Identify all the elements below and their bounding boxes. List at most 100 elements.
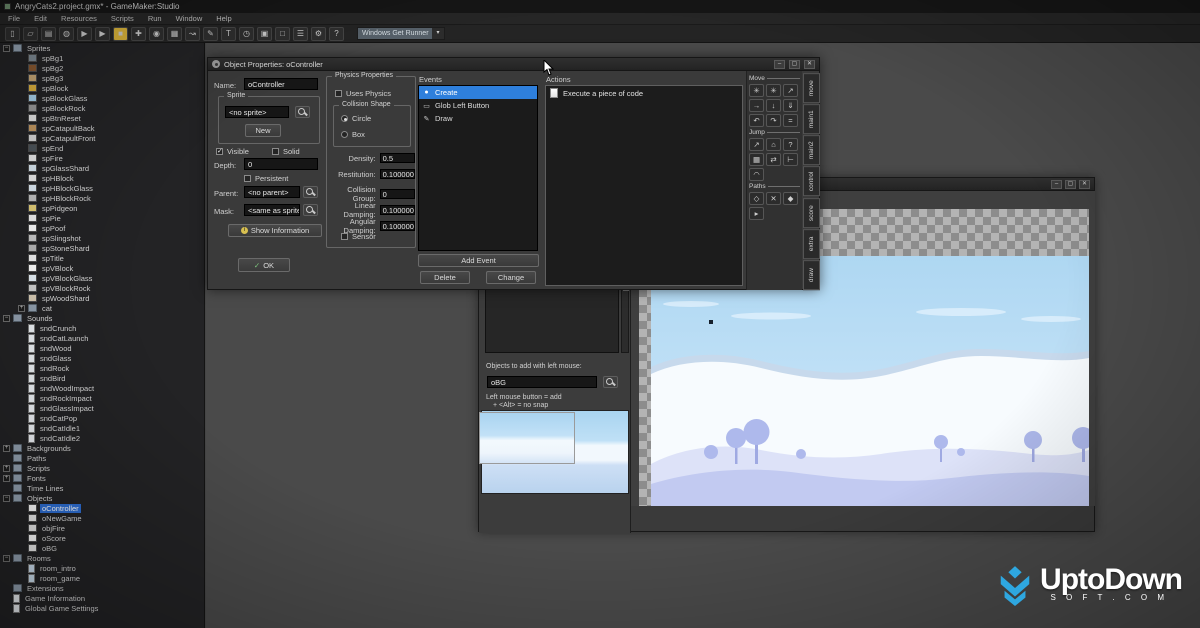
tree-row[interactable]: spCatapultFront: [0, 133, 204, 143]
name-field[interactable]: oController: [244, 78, 318, 90]
physics-field-value[interactable]: 0.1000000: [380, 169, 415, 179]
palette-action-button[interactable]: ⇓: [783, 99, 798, 112]
tree-row[interactable]: Global Game Settings: [0, 603, 204, 613]
menu-item[interactable]: Window: [176, 14, 203, 23]
physics-field-value[interactable]: 0.5: [380, 153, 415, 163]
persistent-checkbox[interactable]: [244, 175, 251, 182]
tree-row[interactable]: spBlock: [0, 83, 204, 93]
tree-row[interactable]: spHBlock: [0, 173, 204, 183]
tree-row[interactable]: spVBlockGlass: [0, 273, 204, 283]
pick-parent-button[interactable]: [303, 186, 318, 198]
palette-action-button[interactable]: ◇: [749, 192, 764, 205]
pick-sprite-button[interactable]: [295, 106, 310, 118]
pick-mask-button[interactable]: [303, 204, 318, 216]
tree-row[interactable]: spEnd: [0, 143, 204, 153]
menu-item[interactable]: Scripts: [111, 14, 134, 23]
dialog-titlebar[interactable]: Object Properties: oController – ▢ ✕: [208, 58, 819, 71]
tree-row[interactable]: spPidgeon: [0, 203, 204, 213]
event-list-item[interactable]: ✎ Draw: [419, 112, 537, 125]
palette-action-button[interactable]: ▸: [749, 207, 764, 220]
toolbar-button[interactable]: ▤: [41, 27, 56, 41]
tree-row[interactable]: oNewGame: [0, 513, 204, 523]
toolbar-button[interactable]: ■: [113, 27, 128, 41]
pick-object-button[interactable]: [603, 376, 618, 388]
room-scene[interactable]: [651, 256, 1089, 506]
tree-row[interactable]: spPie: [0, 213, 204, 223]
palette-action-button[interactable]: ?: [783, 138, 798, 151]
palette-tab[interactable]: main1: [803, 104, 820, 134]
target-platform-dropdown[interactable]: Windows Get Runner ▾: [357, 27, 445, 40]
tree-row[interactable]: spBlockGlass: [0, 93, 204, 103]
tree-expand-toggle[interactable]: −: [3, 555, 10, 562]
tree-row[interactable]: sndWoodImpact: [0, 383, 204, 393]
tree-row[interactable]: − Sounds: [0, 313, 204, 323]
tree-row[interactable]: spHBlockRock: [0, 193, 204, 203]
ok-button[interactable]: ✓ OK: [238, 258, 290, 272]
tree-row[interactable]: + Scripts: [0, 463, 204, 473]
toolbar-button[interactable]: ☰: [293, 27, 308, 41]
toolbar-button[interactable]: ▶: [95, 27, 110, 41]
close-button[interactable]: ✕: [1079, 180, 1090, 189]
maximize-button[interactable]: ▢: [1065, 180, 1076, 189]
tree-row[interactable]: sndRock: [0, 363, 204, 373]
tree-row[interactable]: spSlingshot: [0, 233, 204, 243]
palette-tab[interactable]: draw: [803, 260, 820, 290]
toolbar-button[interactable]: ▦: [167, 27, 182, 41]
tree-row[interactable]: oScore: [0, 533, 204, 543]
tree-row[interactable]: Extensions: [0, 583, 204, 593]
tree-row[interactable]: spGlassShard: [0, 163, 204, 173]
minimize-button[interactable]: –: [1051, 180, 1062, 189]
tree-row[interactable]: sndCatIdle1: [0, 423, 204, 433]
toolbar-button[interactable]: ▯: [5, 27, 20, 41]
circle-radio-row[interactable]: Circle: [341, 114, 371, 123]
palette-action-button[interactable]: ↓: [766, 99, 781, 112]
tree-row[interactable]: spPoof: [0, 223, 204, 233]
box-radio-row[interactable]: Box: [341, 130, 365, 139]
tree-row[interactable]: sndGlass: [0, 353, 204, 363]
tree-row[interactable]: spHBlockGlass: [0, 183, 204, 193]
close-button[interactable]: ✕: [804, 60, 815, 69]
minimize-button[interactable]: –: [774, 60, 785, 69]
action-list-item[interactable]: Execute a piece of code: [546, 86, 742, 100]
palette-action-button[interactable]: ▦: [749, 153, 764, 166]
depth-field[interactable]: 0: [244, 158, 318, 170]
menu-item[interactable]: Edit: [34, 14, 47, 23]
palette-action-button[interactable]: ↗: [749, 138, 764, 151]
tree-row[interactable]: Time Lines: [0, 483, 204, 493]
toolbar-button[interactable]: ✚: [131, 27, 146, 41]
tree-row[interactable]: sndCatLaunch: [0, 333, 204, 343]
palette-action-button[interactable]: ✕: [766, 192, 781, 205]
palette-action-button[interactable]: ⌂: [766, 138, 781, 151]
tree-row[interactable]: Paths: [0, 453, 204, 463]
tree-expand-toggle[interactable]: +: [18, 305, 25, 312]
tree-row[interactable]: spVBlockRock: [0, 283, 204, 293]
toolbar-button[interactable]: ◉: [149, 27, 164, 41]
sensor-checkbox[interactable]: [341, 233, 348, 240]
menu-item[interactable]: Run: [148, 14, 162, 23]
new-sprite-button[interactable]: New: [245, 124, 281, 137]
toolbar-button[interactable]: T: [221, 27, 236, 41]
physics-field-value[interactable]: 0: [380, 189, 415, 199]
tree-row[interactable]: + Backgrounds: [0, 443, 204, 453]
tree-row[interactable]: sndCrunch: [0, 323, 204, 333]
add-event-button[interactable]: Add Event: [418, 254, 539, 267]
tree-row[interactable]: spBg2: [0, 63, 204, 73]
change-event-button[interactable]: Change: [486, 271, 536, 284]
tree-row[interactable]: Game Information: [0, 593, 204, 603]
tree-row[interactable]: spTitle: [0, 253, 204, 263]
tree-row[interactable]: spVBlock: [0, 263, 204, 273]
tree-expand-toggle[interactable]: −: [3, 45, 10, 52]
palette-action-button[interactable]: ↗: [783, 84, 798, 97]
tree-row[interactable]: − Rooms: [0, 553, 204, 563]
tree-row[interactable]: spBlockRock: [0, 103, 204, 113]
solid-checkbox[interactable]: [272, 148, 279, 155]
tree-row[interactable]: oController: [0, 503, 204, 513]
tree-row[interactable]: + Fonts: [0, 473, 204, 483]
tree-row[interactable]: sndRockImpact: [0, 393, 204, 403]
tree-expand-toggle[interactable]: +: [3, 445, 10, 452]
palette-tab[interactable]: score: [803, 198, 820, 228]
menu-item[interactable]: Help: [216, 14, 231, 23]
tree-expand-toggle[interactable]: −: [3, 315, 10, 322]
tree-row[interactable]: room_game: [0, 573, 204, 583]
toolbar-button[interactable]: ▣: [257, 27, 272, 41]
